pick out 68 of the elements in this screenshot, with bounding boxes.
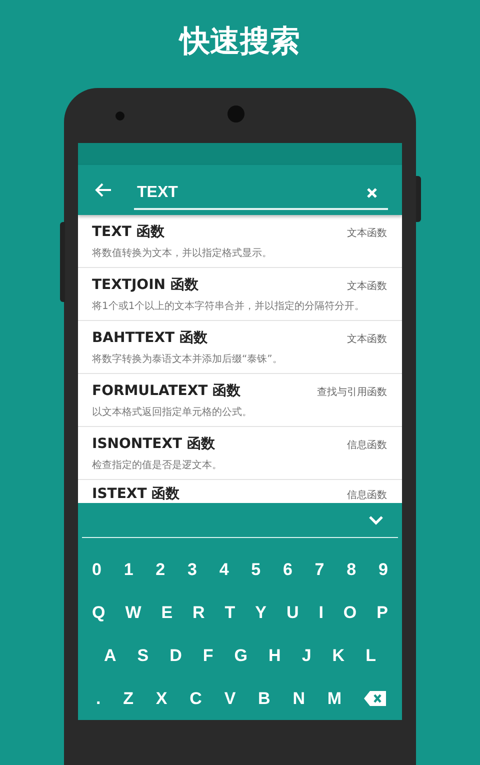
category-label: 信息函数 (347, 488, 387, 502)
keyboard-key[interactable]: P (376, 602, 388, 622)
keyboard-key[interactable]: C (190, 688, 202, 708)
keyboard-key[interactable]: F (202, 646, 214, 666)
keyboard-key[interactable]: 1 (124, 560, 134, 580)
keyboard-key[interactable]: X (156, 688, 168, 708)
keyboard-key[interactable]: A (104, 646, 116, 666)
keyboard-key[interactable]: 7 (314, 560, 324, 580)
function-name: BAHTTEXT 函数 (92, 330, 208, 347)
result-item[interactable]: FORMULATEXT 函数 查找与引用函数 以文本格式返回指定单元格的公式。 (78, 374, 402, 427)
keyboard-key[interactable]: I (318, 602, 324, 622)
keyboard-key[interactable]: 3 (187, 560, 197, 580)
function-name: TEXTJOIN 函数 (92, 277, 198, 294)
keyboard-key[interactable]: . (96, 688, 101, 708)
sensor-icon (115, 110, 125, 120)
result-item[interactable]: ISTEXT 函数 信息函数 (78, 480, 402, 503)
camera-icon (227, 104, 245, 122)
keyboard-key[interactable]: U (286, 602, 299, 622)
keyboard-key[interactable]: L (366, 646, 376, 666)
keyboard-key[interactable]: W (125, 602, 142, 622)
clear-icon[interactable] (366, 187, 378, 199)
category-label: 文本函数 (347, 332, 387, 346)
search-field[interactable]: TEXT (134, 178, 388, 210)
function-name: TEXT 函数 (92, 224, 164, 241)
keyboard-key[interactable]: D (170, 646, 182, 666)
keyboard-key[interactable]: K (332, 646, 345, 666)
keyboard-key[interactable]: B (258, 688, 270, 708)
keyboard-key[interactable]: V (224, 688, 236, 708)
category-label: 文本函数 (347, 280, 387, 292)
keyboard-key[interactable]: R (192, 602, 205, 622)
keyboard-key[interactable]: 6 (282, 560, 292, 580)
keyboard-key[interactable]: N (292, 688, 305, 708)
function-description: 将数字转换为泰语文本并添加后缀“泰铢”。 (92, 352, 284, 366)
keyboard-key[interactable]: 9 (378, 560, 388, 580)
page-title: 快速搜索 (180, 22, 300, 60)
backspace-icon[interactable] (364, 691, 386, 706)
keyboard-key[interactable]: S (137, 646, 149, 666)
keyboard-key[interactable]: 2 (156, 560, 166, 580)
function-description: 以文本格式返回指定单元格的公式。 (92, 406, 253, 419)
function-name: ISTEXT 函数 (92, 486, 180, 503)
keyboard-key[interactable]: E (161, 602, 173, 622)
keyboard-key[interactable]: H (268, 646, 281, 666)
keyboard-key[interactable]: 0 (92, 560, 102, 580)
keyboard-key[interactable]: M (327, 688, 342, 708)
keyboard-key[interactable]: 5 (251, 560, 261, 580)
result-item[interactable]: BAHTTEXT 函数 文本函数 将数字转换为泰语文本并添加后缀“泰铢”。 (78, 321, 402, 374)
function-description: 将数值转换为文本，并以指定格式显示。 (92, 246, 273, 260)
function-description: 检查指定的值是否是逻文本。 (92, 458, 223, 472)
category-label: 信息函数 (347, 438, 387, 452)
result-item[interactable]: TEXT 函数 文本函数 将数值转换为文本，并以指定格式显示。 (78, 215, 402, 268)
function-description: 将1个或1个以上的文本字符串合并，并以指定的分隔符分开。 (92, 300, 366, 313)
category-label: 文本函数 (347, 226, 387, 240)
function-name: FORMULATEXT 函数 (92, 383, 241, 400)
keyboard-key[interactable]: Z (123, 688, 134, 708)
keyboard-key[interactable]: T (224, 602, 236, 622)
result-item[interactable]: TEXTJOIN 函数 文本函数 将1个或1个以上的文本字符串合并，并以指定的分隔符分开。 (78, 268, 402, 321)
result-item[interactable]: ISNONTEXT 函数 信息函数 检查指定的值是否是逻文本。 (78, 427, 402, 480)
keyboard-key[interactable]: Y (255, 602, 266, 622)
chevron-down-icon[interactable] (368, 515, 384, 525)
function-name: ISNONTEXT 函数 (92, 436, 215, 453)
keyboard-key[interactable]: O (343, 602, 357, 622)
category-label: 查找与引用函数 (317, 386, 387, 398)
keyboard-key[interactable]: G (234, 646, 248, 666)
keyboard-key[interactable]: 8 (346, 560, 356, 580)
keyboard-key[interactable]: J (302, 646, 312, 666)
back-icon[interactable] (94, 182, 112, 198)
keyboard-key[interactable]: 4 (219, 560, 229, 580)
keyboard-key[interactable]: Q (92, 602, 106, 622)
